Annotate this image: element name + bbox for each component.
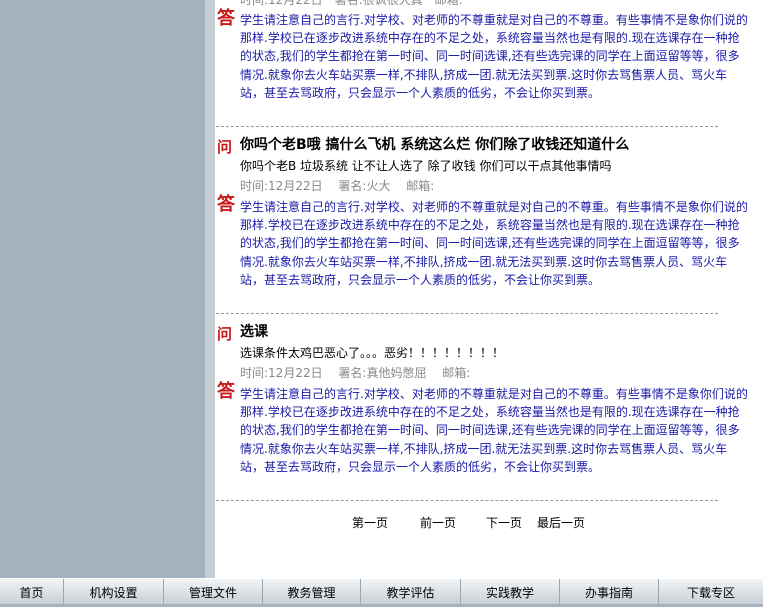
- nav-practice[interactable]: 实践教学: [461, 579, 560, 605]
- nav-evaluation[interactable]: 教学评估: [361, 579, 461, 605]
- prev-page-link[interactable]: 前一页: [420, 513, 456, 533]
- answer-icon: 答: [217, 381, 235, 402]
- answer-block: 答 学生请注意自己的言行.对学校、对老师的不尊重就是对自己的不尊重。有些事情不是…: [217, 8, 748, 102]
- content-panel: 时间:12月22日 署名:很讽很大真 邮箱: 答 学生请注意自己的言行.对学校、…: [205, 0, 763, 578]
- meta-name: 署名:真他妈憋屈: [338, 366, 427, 380]
- answer-text: 答 学生请注意自己的言行.对学校、对老师的不尊重就是对自己的不尊重。有些事情不是…: [217, 381, 748, 474]
- last-page-link[interactable]: 最后一页: [537, 513, 585, 533]
- nav-organization[interactable]: 机构设置: [64, 579, 164, 605]
- meta-name: 署名:火大: [338, 179, 391, 193]
- nav-documents[interactable]: 管理文件: [164, 579, 263, 605]
- question-title: 选课: [240, 324, 268, 340]
- question-meta: 时间:12月22日 署名:真他妈憋屈 邮箱:: [240, 363, 748, 383]
- list-item: 问 你吗个老B哦 搞什么飞机 系统这么烂 你们除了收钱还知道什么 你吗个老B 垃…: [217, 134, 748, 289]
- question-icon: 问: [217, 325, 233, 343]
- question-body: 选课条件太鸡巴恶心了。。。恶劣！！！！！！！！: [240, 346, 505, 360]
- answer-icon: 答: [217, 194, 235, 215]
- meta-email: 邮箱:: [442, 366, 471, 380]
- bottom-nav-bar: 首页 机构设置 管理文件 教务管理 教学评估 实践教学 办事指南 下载专区: [0, 578, 763, 605]
- question-meta: 时间:12月22日 署名:火大 邮箱:: [240, 176, 748, 196]
- question-title: 你吗个老B哦 搞什么飞机 系统这么烂 你们除了收钱还知道什么: [240, 137, 630, 153]
- question-icon: 问: [217, 138, 233, 156]
- divider: [216, 313, 718, 314]
- divider: [216, 126, 718, 127]
- meta-time: 时间:12月22日: [240, 179, 323, 193]
- entry-meta-top: 时间:12月22日 署名:很讽很大真 邮箱:: [240, 0, 463, 7]
- pagination: 第一页 前一页 下一页 最后一页: [240, 513, 748, 533]
- nav-home[interactable]: 首页: [0, 579, 64, 605]
- answer-text: 答 学生请注意自己的言行.对学校、对老师的不尊重就是对自己的不尊重。有些事情不是…: [217, 8, 748, 100]
- list-item: 问 选课 选课条件太鸡巴恶心了。。。恶劣！！！！！！！！ 时间:12月22日 署…: [217, 321, 748, 476]
- divider: [216, 500, 718, 501]
- first-page-link[interactable]: 第一页: [352, 513, 388, 533]
- answer-text: 答 学生请注意自己的言行.对学校、对老师的不尊重就是对自己的不尊重。有些事情不是…: [217, 194, 748, 287]
- nav-academic-affairs[interactable]: 教务管理: [263, 579, 361, 605]
- next-page-link[interactable]: 下一页: [486, 513, 522, 533]
- nav-guide[interactable]: 办事指南: [560, 579, 659, 605]
- answer-icon: 答: [217, 8, 235, 29]
- meta-time: 时间:12月22日: [240, 366, 323, 380]
- nav-downloads[interactable]: 下载专区: [659, 579, 763, 605]
- left-sidebar: [0, 0, 205, 578]
- question-body: 你吗个老B 垃圾系统 让不让人选了 除了收钱 你们可以干点其他事情吗: [240, 159, 612, 173]
- meta-email: 邮箱:: [406, 179, 435, 193]
